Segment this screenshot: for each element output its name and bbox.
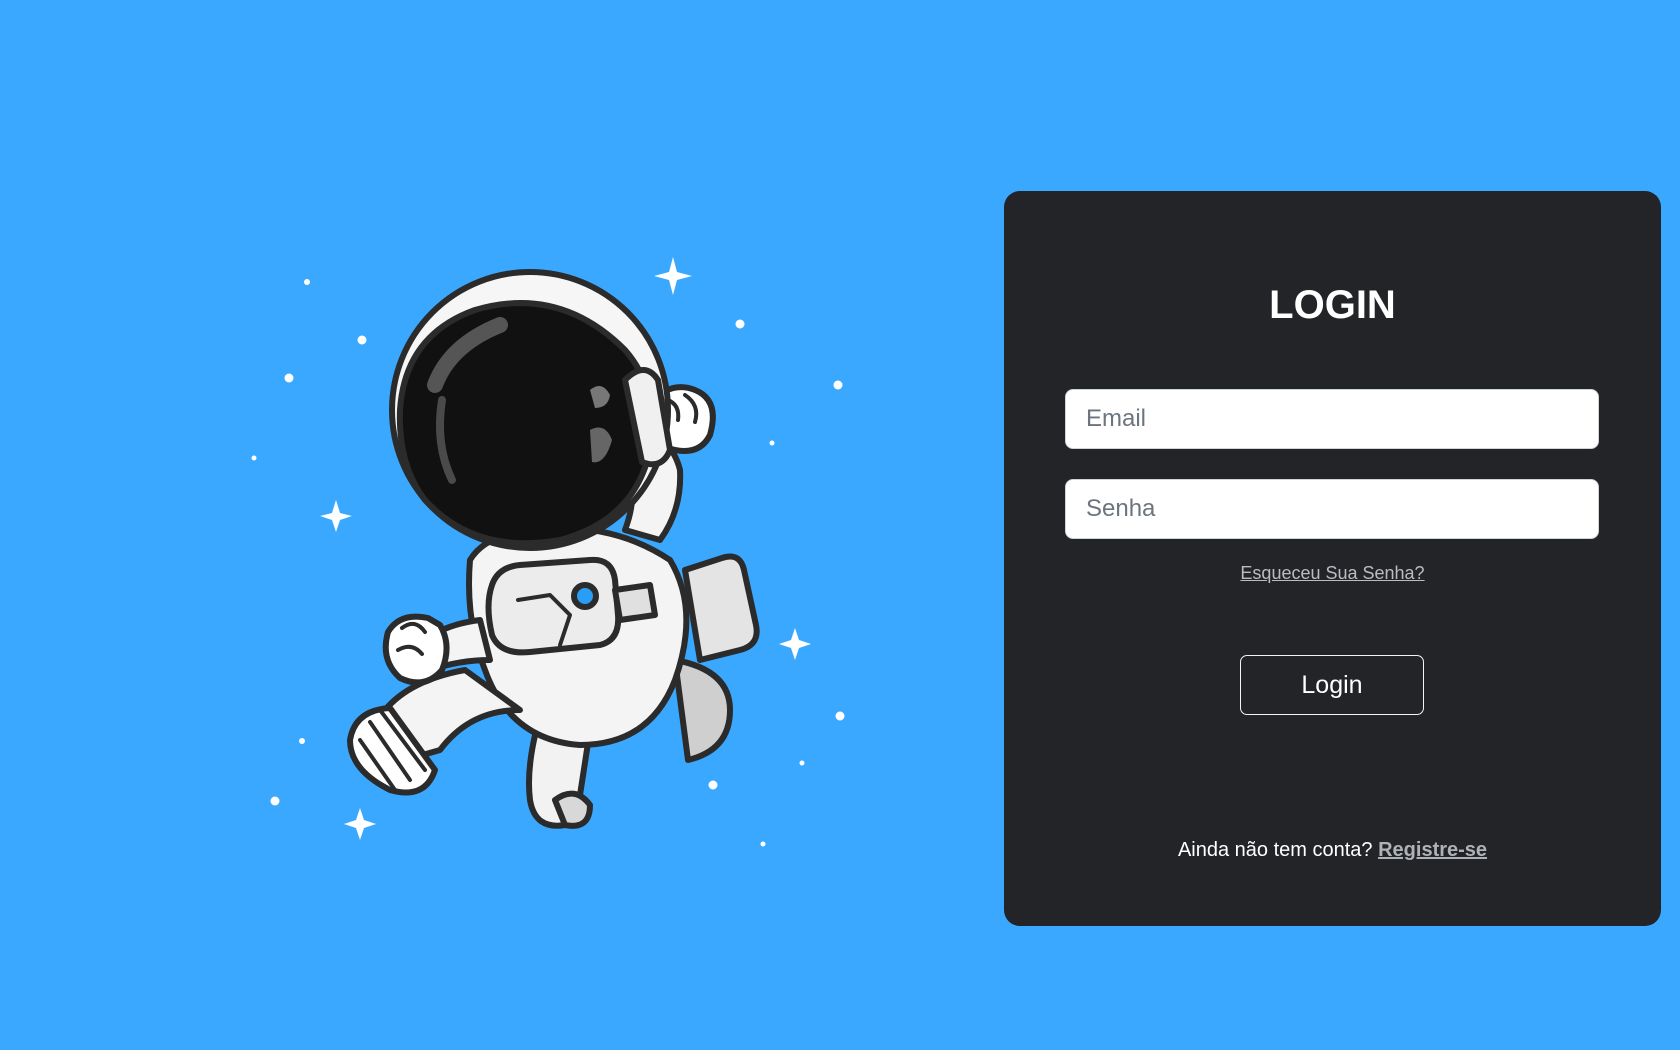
forgot-password-link[interactable]: Esqueceu Sua Senha? xyxy=(1004,563,1661,584)
email-input[interactable] xyxy=(1065,389,1599,449)
login-card: LOGIN Esqueceu Sua Senha? Login Ainda nã… xyxy=(1004,191,1661,926)
register-prompt: Ainda não tem conta? Registre-se xyxy=(1004,839,1661,862)
astronaut-illustration xyxy=(230,240,860,870)
login-title: LOGIN xyxy=(1269,283,1396,327)
register-link[interactable]: Registre-se xyxy=(1378,839,1487,861)
login-button[interactable]: Login xyxy=(1240,655,1424,715)
astronaut-icon xyxy=(251,257,845,847)
register-prompt-text: Ainda não tem conta? xyxy=(1177,839,1373,861)
password-input[interactable] xyxy=(1065,479,1599,539)
login-page: LOGIN Esqueceu Sua Senha? Login Ainda nã… xyxy=(0,0,1680,1050)
